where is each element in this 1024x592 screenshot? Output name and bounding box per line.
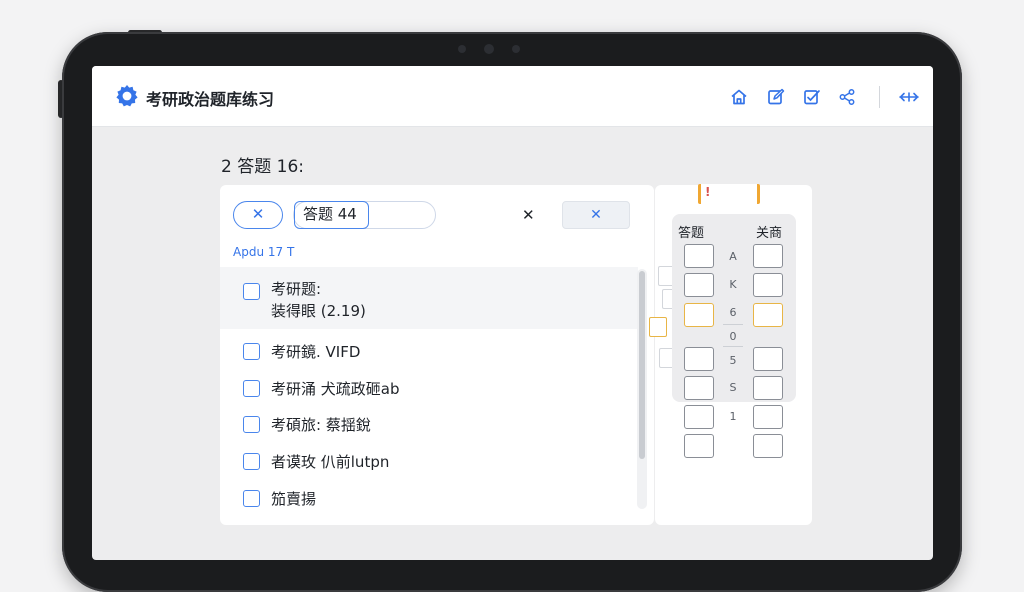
answer-box[interactable]	[753, 303, 783, 327]
answer-box[interactable]	[649, 317, 667, 337]
answer-box[interactable]	[753, 347, 783, 371]
question-title: 2 答题 16:	[221, 157, 304, 177]
answer-grid-header-left: 答题	[678, 226, 705, 241]
close-button[interactable]: ✕	[233, 201, 283, 229]
answer-box[interactable]	[684, 273, 714, 297]
option-label: 考碩旅: 蔡揺銳	[271, 416, 371, 434]
question-meta: Apdu 17 T	[233, 245, 295, 259]
expand-arrows-icon[interactable]	[898, 88, 920, 106]
option-checkbox[interactable]	[243, 380, 260, 397]
option-checkbox[interactable]	[243, 343, 260, 360]
answer-box[interactable]	[684, 303, 714, 327]
home-icon[interactable]	[730, 88, 748, 106]
option-sublabel: 装得眼 (2.19)	[271, 302, 366, 320]
marker-label: !	[705, 185, 711, 199]
answer-box[interactable]	[753, 244, 783, 268]
dismiss-button[interactable]: ✕	[562, 201, 630, 229]
gear-icon	[116, 85, 138, 107]
option-checkbox[interactable]	[243, 453, 260, 470]
row-divider	[723, 346, 743, 347]
row-label: K	[729, 278, 737, 291]
option-label: 考研鏡. VIFD	[271, 343, 361, 361]
option-label: 考研涌 犬疏政砸ab	[271, 380, 400, 398]
option-checkbox[interactable]	[243, 283, 260, 300]
option-label: 者谟玫 仈前lutpn	[271, 453, 390, 471]
row-label: S	[729, 381, 737, 394]
app-title: 考研政治题库练习	[146, 90, 275, 109]
top-bar: 考研政治题库练习	[92, 66, 933, 127]
option-checkbox[interactable]	[243, 490, 260, 507]
clear-icon[interactable]: ✕	[522, 206, 535, 224]
answer-box[interactable]	[684, 376, 714, 400]
share-icon[interactable]	[838, 88, 856, 106]
question-card: ✕ 答题 44 ✕ ✕ Apdu 17 T 考研题: 装得眼 (2.19) 考研…	[220, 185, 654, 525]
camera-bar	[452, 42, 532, 56]
answer-box[interactable]	[753, 434, 783, 458]
camera-sensor	[512, 45, 520, 53]
answer-box[interactable]	[753, 405, 783, 429]
row-label: 5	[729, 354, 737, 367]
tag-input-pill[interactable]: 答题 44	[293, 200, 436, 229]
option-label: 笳賣揚	[271, 490, 317, 508]
row-label: 0	[729, 330, 737, 343]
answer-box[interactable]	[684, 434, 714, 458]
row-divider	[723, 324, 743, 325]
answer-box[interactable]	[684, 405, 714, 429]
answer-box[interactable]	[684, 244, 714, 268]
camera-dot	[458, 45, 466, 53]
answer-grid-header-right: 关商	[756, 226, 783, 241]
scrollbar-thumb[interactable]	[639, 271, 645, 459]
app-screen: 考研政治题库练习 2 答题 16: ✕ 答题 44 ✕ ✕ Apdu 17 T …	[92, 66, 933, 560]
option-checkbox[interactable]	[243, 416, 260, 433]
tag-label: 答题 44	[294, 200, 369, 229]
camera-lens	[484, 44, 494, 54]
toolbar-divider	[879, 86, 880, 108]
row-label: A	[729, 250, 737, 263]
edit-icon[interactable]	[767, 88, 785, 106]
row-label: 1	[729, 410, 737, 423]
answer-box[interactable]	[753, 376, 783, 400]
edit-check-icon[interactable]	[803, 88, 821, 106]
answer-box[interactable]	[753, 273, 783, 297]
row-label: 6	[729, 306, 737, 319]
option-label: 考研题:	[271, 280, 322, 298]
answer-box[interactable]	[684, 347, 714, 371]
answer-sheet-marker: !	[698, 184, 760, 204]
